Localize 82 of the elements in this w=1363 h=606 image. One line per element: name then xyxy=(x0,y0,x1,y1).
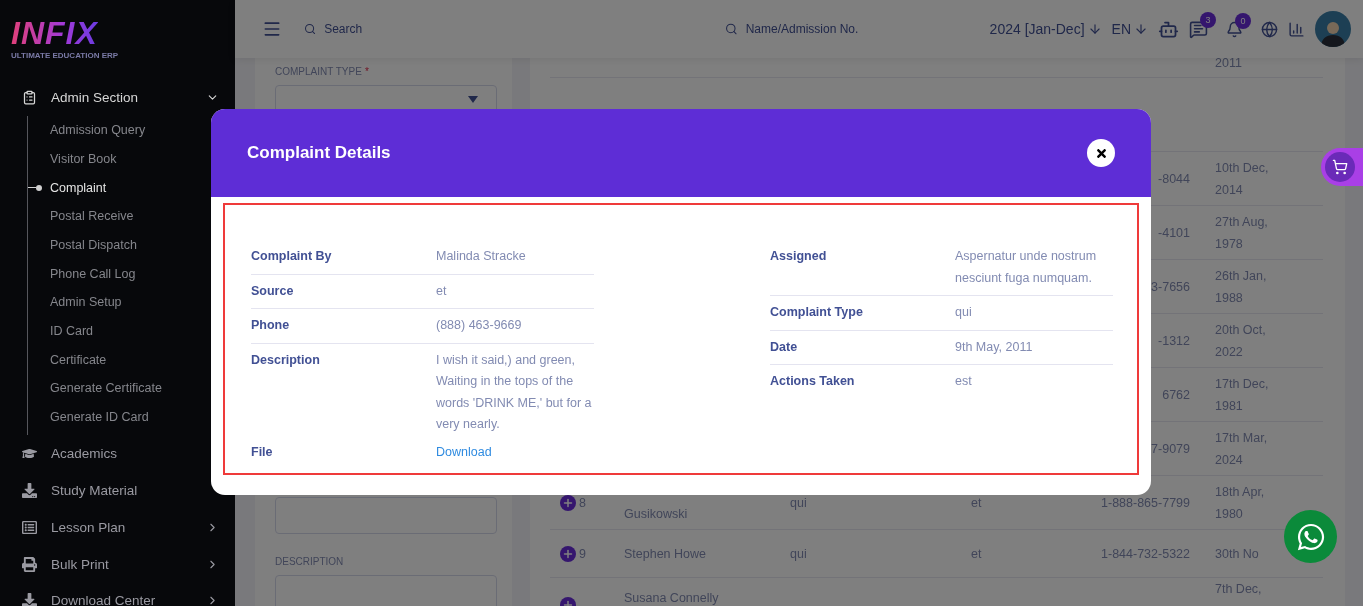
sidebar-item[interactable]: Complaint xyxy=(28,173,235,202)
detail-label: Assigned xyxy=(770,248,827,265)
chart-icon[interactable] xyxy=(1288,20,1305,38)
table-cell-text: 1-844-732-5322 xyxy=(1100,545,1190,563)
table-cell-text: 8 xyxy=(579,494,586,512)
table-cell-text: Stephen Howe xyxy=(624,545,707,563)
detail-label: Complaint By xyxy=(251,248,332,265)
table-cell-text: -8044 xyxy=(1157,170,1190,188)
section-icon xyxy=(22,89,37,105)
logo-tagline: ULTIMATE EDUCATION ERP xyxy=(11,51,119,60)
table-cell-text: 17th Mar, 2024 xyxy=(1215,429,1269,469)
table-cell-text: 9 xyxy=(579,545,586,563)
field-label: COMPLAINT TYPE * xyxy=(275,66,369,77)
download-link[interactable]: Download xyxy=(436,441,492,463)
table-cell-text: 30th No xyxy=(1215,545,1260,563)
detail-label: Phone xyxy=(251,317,290,334)
table-cell-text: Gusikowski xyxy=(624,506,689,523)
table-cell-text: et xyxy=(971,545,983,563)
detail-label: Complaint Type xyxy=(770,304,863,321)
table-cell-text: 27th Aug, 1978 xyxy=(1215,213,1269,253)
section-icon xyxy=(22,483,37,499)
close-button[interactable] xyxy=(1087,139,1115,167)
table-cell-text: 10th Dec, 2014 xyxy=(1215,159,1270,199)
detail-label: Actions Taken xyxy=(770,373,855,390)
detail-value: (888) 463-9669 xyxy=(436,317,523,334)
detail-value: 9th May, 2011 xyxy=(955,338,1034,356)
detail-label: File xyxy=(251,443,273,461)
caret-icon xyxy=(468,96,478,103)
student-search-field[interactable]: Name/Admission No. xyxy=(743,21,925,37)
table-cell-text: et xyxy=(971,494,983,512)
messages-badge: 3 xyxy=(1200,11,1216,28)
search-icon xyxy=(725,22,738,36)
table-cell-text: 1-888-865-7799 xyxy=(1100,494,1190,512)
menu-button[interactable] xyxy=(262,19,282,39)
table-cell-text: -1312 xyxy=(1157,332,1190,350)
arrow-down-icon xyxy=(1134,22,1148,36)
field-label: DESCRIPTION xyxy=(275,556,344,567)
messages-icon[interactable] xyxy=(1189,19,1208,39)
table-cell-text: 20th Oct, 2022 xyxy=(1215,321,1267,361)
sidebar-section[interactable]: Lesson Plan xyxy=(0,508,235,546)
language-dropdown[interactable]: EN xyxy=(1111,21,1148,37)
close-icon xyxy=(1094,146,1108,160)
detail-label: Description xyxy=(251,351,320,369)
search-icon xyxy=(304,22,317,36)
table-cell-text: 7th Dec, xyxy=(1215,581,1263,598)
table-cell-text: Susana Connelly xyxy=(624,591,720,605)
sidebar-section[interactable]: Bulk Print xyxy=(0,545,235,583)
table-cell-text: 2011 xyxy=(1215,58,1243,72)
table-cell-text: qui xyxy=(790,494,808,512)
cart-button[interactable] xyxy=(1321,148,1363,186)
detail-value: et xyxy=(436,282,448,300)
table-cell-text: 26th Jan, 1988 xyxy=(1215,267,1268,307)
sidebar-section[interactable]: Academics xyxy=(0,435,235,473)
sidebar-section[interactable]: Download Center xyxy=(0,582,235,606)
section-icon xyxy=(22,593,37,606)
section-icon xyxy=(22,556,37,572)
sidebar-section[interactable]: Admin Section xyxy=(0,79,235,116)
detail-value: est xyxy=(955,373,973,390)
table-cell-text: qui xyxy=(790,545,808,563)
section-icon xyxy=(22,519,37,535)
session-dropdown[interactable]: 2024 [Jan-Dec] xyxy=(989,21,1102,37)
table-cell-text: 18th Apr, 1980 xyxy=(1215,483,1266,523)
notifications-badge: 0 xyxy=(1235,12,1251,29)
table-cell-text: 6762 xyxy=(1161,386,1190,404)
detail-value: I wish it said,) and green, Waiting in the tops of the words 'DRINK ME,' but for a very nearly. xyxy=(436,351,593,433)
detail-value: Aspernatur unde nostrum nesciunt fuga numquam. xyxy=(955,248,1098,287)
table-cell-text: 7-9079 xyxy=(1150,440,1190,458)
table-cell-text: -4101 xyxy=(1157,224,1190,242)
dialog-title: Complaint Details xyxy=(247,143,391,163)
sidebar-section[interactable]: Study Material xyxy=(0,472,235,509)
cart-icon xyxy=(1332,159,1348,175)
detail-label: Date xyxy=(770,338,798,356)
phone-chat-icon xyxy=(1295,521,1326,552)
globe-icon[interactable] xyxy=(1261,20,1278,38)
detail-label: Source xyxy=(251,282,294,300)
table-cell-text: 17th Dec, 1981 xyxy=(1215,375,1270,415)
avatar[interactable] xyxy=(1315,11,1351,47)
bell-icon[interactable] xyxy=(1226,20,1243,38)
table-cell-text: 3-7656 xyxy=(1150,278,1190,296)
search-field[interactable]: Search xyxy=(322,21,444,37)
detail-value: qui xyxy=(955,304,973,321)
detail-value: Malinda Stracke xyxy=(436,248,527,265)
